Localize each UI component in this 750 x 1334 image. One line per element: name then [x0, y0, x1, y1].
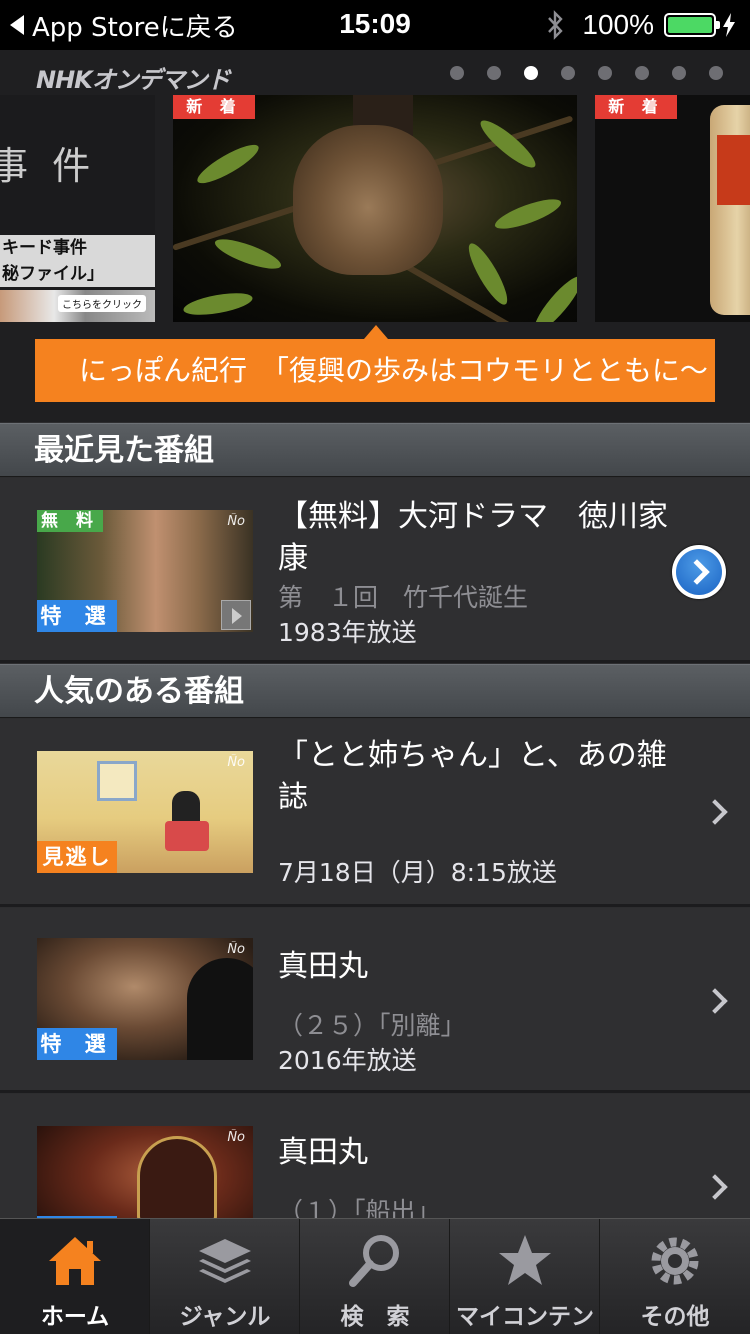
- nhk-ondemand-logo: NHKオンデマンド: [36, 66, 231, 94]
- nhk-mark-icon: N̄o: [227, 942, 245, 957]
- battery-icon: [664, 13, 720, 37]
- play-icon: [221, 600, 251, 630]
- section-header-popular: 人気のある番組: [0, 664, 750, 718]
- program-airdate: 7月18日（月）8:15放送: [278, 858, 557, 887]
- tab-label: ホーム: [40, 1304, 110, 1330]
- page-dot[interactable]: [672, 66, 686, 80]
- chevron-right-icon[interactable]: [702, 988, 728, 1014]
- nhk-mark-icon: N̄o: [227, 1130, 245, 1145]
- tab-label: その他: [640, 1304, 710, 1330]
- program-airdate: 2016年放送: [278, 1046, 417, 1075]
- program-airdate: 1983年放送: [278, 618, 417, 647]
- program-title: 「とと姉ちゃん」と、あの雑誌: [278, 738, 667, 815]
- status-indicators: 100%: [546, 8, 736, 42]
- tab-label: マイコンテンツ: [456, 1304, 594, 1330]
- special-tag: 特 選: [37, 1028, 117, 1060]
- page-dot[interactable]: [635, 66, 649, 80]
- page-dot[interactable]: [598, 66, 612, 80]
- carousel-slide-current[interactable]: [173, 95, 577, 322]
- featured-carousel[interactable]: NHKオンデマンド 事 件 キード事件 秘ファイル」 こちらをクリック 新 着 …: [0, 50, 750, 422]
- battery-percent: 100%: [582, 9, 654, 40]
- program-title: 【無料】大河ドラマ 徳川家康: [278, 499, 668, 576]
- nhk-mark-icon: N̄o: [227, 514, 245, 529]
- chevron-right-icon[interactable]: [702, 1174, 728, 1200]
- slide-text-line2: 秘ファイル」: [2, 264, 104, 284]
- page-dot[interactable]: [450, 66, 464, 80]
- tab-bar: ホーム ジャンル 検 索 マイコンテンツ その他: [0, 1218, 750, 1334]
- tab-genre[interactable]: ジャンル: [150, 1219, 300, 1334]
- free-tag: 無 料: [37, 510, 103, 532]
- bluetooth-icon: [548, 10, 564, 40]
- program-thumbnail: 無 料 N̄o 特 選: [37, 510, 253, 632]
- tab-my-contents[interactable]: マイコンテンツ: [450, 1219, 600, 1334]
- program-thumbnail: N̄o 特 選: [37, 938, 253, 1060]
- page-dot[interactable]: [487, 66, 501, 80]
- special-tag: 特 選: [37, 600, 117, 632]
- tab-search[interactable]: 検 索: [300, 1219, 450, 1334]
- program-episode: （１）「船出」: [278, 1197, 441, 1218]
- click-here-label: こちらをクリック: [58, 295, 146, 312]
- tab-home[interactable]: ホーム: [0, 1219, 150, 1334]
- missed-tag: 見逃し: [37, 841, 117, 873]
- list-item[interactable]: N̄o 見逃し 「とと姉ちゃん」と、あの雑誌 7月18日（月）8:15放送: [0, 719, 750, 907]
- slide-title-art: 事 件: [0, 144, 97, 188]
- gear-icon: [651, 1237, 699, 1285]
- program-thumbnail: N̄o 特 選: [37, 1126, 253, 1218]
- home-icon: [49, 1237, 101, 1285]
- slide-text-line1: キード事件: [2, 238, 87, 258]
- nhk-mark-icon: N̄o: [227, 755, 245, 770]
- search-icon: [349, 1235, 399, 1287]
- program-title: 真田丸: [278, 1135, 368, 1170]
- list-item[interactable]: N̄o 特 選 真田丸 （１）「船出」: [0, 1094, 750, 1218]
- caption-pointer: [364, 325, 388, 339]
- battery-fill: [668, 17, 712, 33]
- slide-text-box: キード事件 秘ファイル」: [0, 235, 155, 287]
- program-episode: 第 １回 竹千代誕生: [278, 583, 529, 612]
- tab-label: 検 索: [340, 1304, 410, 1330]
- page-indicator[interactable]: [450, 66, 746, 80]
- chevron-right-icon[interactable]: [702, 799, 728, 825]
- program-thumbnail: N̄o 見逃し: [37, 751, 253, 873]
- charging-icon: [723, 13, 735, 37]
- program-episode: （２５）「別離」: [278, 1011, 466, 1040]
- layers-icon: [199, 1239, 251, 1283]
- star-icon: [499, 1235, 551, 1285]
- page-dot[interactable]: [709, 66, 723, 80]
- slide-caption[interactable]: にっぽん紀行 「復興の歩みはコウモリとともに〜: [35, 339, 715, 402]
- slide-photo: [293, 125, 443, 275]
- carousel-slide-next[interactable]: [595, 95, 750, 322]
- section-header-recent: 最近見た番組: [0, 423, 750, 477]
- page-dot[interactable]: [561, 66, 575, 80]
- carousel-slide-previous[interactable]: 事 件 キード事件 秘ファイル」 こちらをクリック: [0, 95, 155, 322]
- tab-other[interactable]: その他: [600, 1219, 750, 1334]
- list-item[interactable]: 無 料 N̄o 特 選 【無料】大河ドラマ 徳川家康 第 １回 竹千代誕生 19…: [0, 478, 750, 663]
- resume-arrow-icon[interactable]: [672, 545, 726, 599]
- new-badge: 新 着: [595, 95, 677, 119]
- list-item[interactable]: N̄o 特 選 真田丸 （２５）「別離」 2016年放送: [0, 908, 750, 1093]
- program-title: 真田丸: [278, 949, 368, 984]
- page-dot[interactable]: [524, 66, 538, 80]
- tab-label: ジャンル: [179, 1304, 271, 1330]
- status-bar: App Storeに戻る 15:09 100%: [0, 0, 750, 50]
- new-badge: 新 着: [173, 95, 255, 119]
